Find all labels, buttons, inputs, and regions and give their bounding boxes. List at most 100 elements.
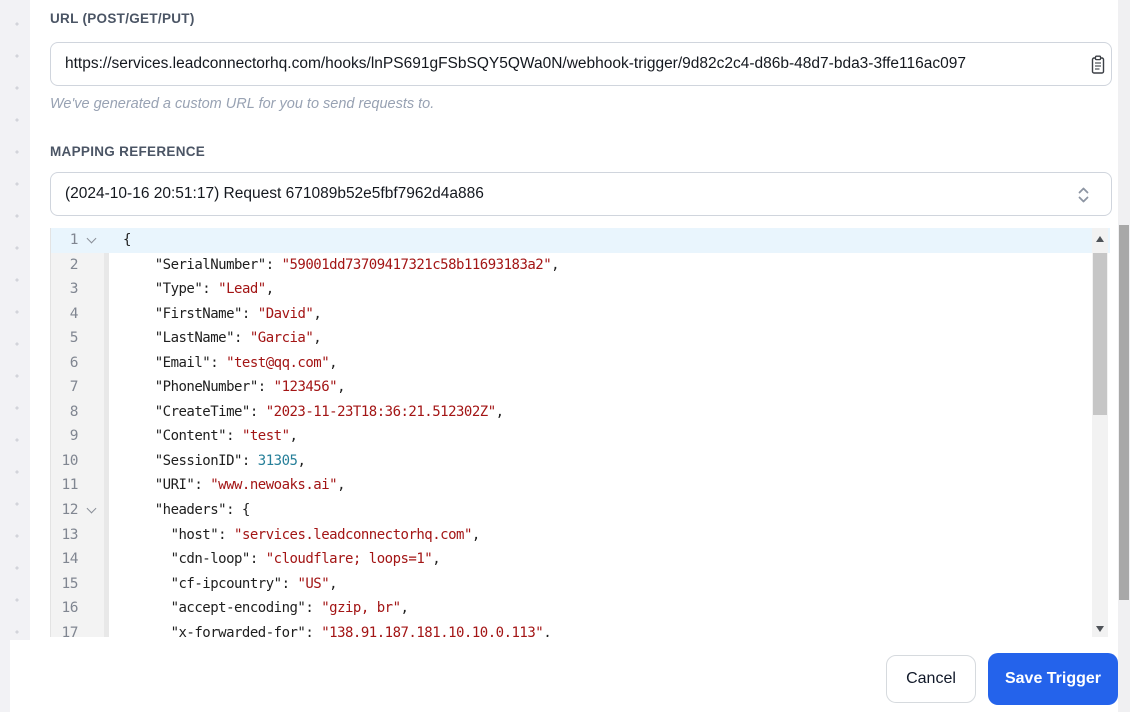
code-line-text: "host": "services.leadconnectorhq.com", — [109, 523, 481, 548]
code-fold-chevron-icon[interactable] — [78, 228, 104, 253]
code-line[interactable]: 12 "headers": { — [51, 498, 1110, 523]
editor-gutter: 2 — [51, 252, 104, 278]
code-line-text: "headers": { — [109, 498, 251, 523]
save-trigger-button[interactable]: Save Trigger — [988, 653, 1118, 705]
code-line[interactable]: 10 "SessionID": 31305, — [51, 448, 1110, 474]
editor-gutter: 11 — [51, 473, 104, 499]
json-plain-token: "accept-encoding": — [123, 600, 322, 617]
line-number: 8 — [69, 403, 79, 420]
code-line[interactable]: 7 "PhoneNumber": "123456", — [51, 375, 1110, 400]
editor-gutter: 4 — [51, 301, 104, 327]
scroll-down-icon[interactable] — [1096, 626, 1104, 632]
line-number: 4 — [69, 305, 79, 322]
dialog-body: URL (POST/GET/PUT) https://services.lead… — [30, 0, 1118, 712]
code-line-text: "Content": "test", — [109, 424, 298, 449]
editor-gutter: 14 — [51, 547, 104, 572]
code-line[interactable]: 16 "accept-encoding": "gzip, br", — [51, 596, 1110, 621]
code-line[interactable]: 6 "Email": "test@qq.com", — [51, 350, 1110, 376]
json-plain-token: "FirstName": — [123, 305, 258, 322]
url-helper-text: We've generated a custom URL for you to … — [50, 96, 435, 112]
json-string-token: "services.leadconnectorhq.com" — [234, 526, 472, 543]
json-plain-token: , — [551, 256, 560, 273]
editor-gutter: 1 — [51, 228, 104, 253]
mapping-reference-selected-value: (2024-10-16 20:51:17) Request 671089b52e… — [65, 185, 484, 202]
json-plain-token: , — [543, 624, 552, 637]
code-line-text: "CreateTime": "2023-11-23T18:36:21.51230… — [109, 400, 504, 425]
editor-gutter: 15 — [51, 571, 104, 597]
webhook-url-input[interactable]: https://services.leadconnectorhq.com/hoo… — [50, 42, 1112, 86]
json-number-token: 31305 — [257, 452, 298, 469]
json-plain-token: "Type": — [123, 281, 219, 298]
line-number: 12 — [61, 502, 79, 519]
json-string-token: "www.newoaks.ai" — [210, 477, 338, 494]
dotted-background-strip — [0, 0, 30, 712]
line-number: 17 — [61, 624, 79, 637]
json-plain-token: , — [471, 526, 480, 543]
line-number: 1 — [69, 232, 79, 248]
line-number: 9 — [69, 428, 79, 445]
json-plain-token: , — [495, 403, 504, 420]
code-line[interactable]: 15 "cf-ipcountry": "US", — [51, 571, 1110, 597]
cancel-button[interactable]: Cancel — [886, 655, 976, 703]
json-plain-token: "SessionID": — [123, 452, 258, 469]
scroll-up-icon[interactable] — [1096, 236, 1104, 242]
page-scrollbar[interactable] — [1118, 0, 1130, 712]
code-line[interactable]: 1{ — [51, 228, 1110, 253]
editor-scrollbar-thumb[interactable] — [1093, 253, 1107, 415]
page-scrollbar-thumb[interactable] — [1119, 225, 1129, 600]
code-line[interactable]: 11 "URI": "www.newoaks.ai", — [51, 473, 1110, 499]
json-plain-token: "SerialNumber": — [123, 256, 282, 273]
code-line[interactable]: 5 "LastName": "Garcia", — [51, 326, 1110, 351]
line-number: 14 — [61, 551, 79, 568]
json-payload-code-editor[interactable]: 1{2 "SerialNumber": "59001dd73709417321c… — [50, 228, 1110, 637]
code-fold-chevron-icon[interactable] — [78, 498, 104, 523]
code-line[interactable]: 3 "Type": "Lead", — [51, 277, 1110, 302]
code-line-text: "URI": "www.newoaks.ai", — [109, 473, 346, 498]
json-string-token: "Lead" — [218, 281, 266, 298]
json-string-token: "123456" — [273, 379, 338, 396]
editor-gutter: 12 — [51, 498, 104, 523]
mapping-reference-label: MAPPING REFERENCE — [50, 144, 206, 159]
code-line[interactable]: 4 "FirstName": "David", — [51, 301, 1110, 327]
code-line-text: "PhoneNumber": "123456", — [109, 375, 346, 400]
json-string-token: "US" — [297, 575, 330, 592]
code-line[interactable]: 14 "cdn-loop": "cloudflare; loops=1", — [51, 547, 1110, 572]
mapping-reference-select[interactable]: (2024-10-16 20:51:17) Request 671089b52e… — [50, 172, 1112, 216]
line-number: 11 — [61, 477, 79, 494]
code-line[interactable]: 8 "CreateTime": "2023-11-23T18:36:21.512… — [51, 399, 1110, 425]
code-line-text: "x-forwarded-for": "138.91.187.181,10.10… — [109, 621, 552, 637]
copy-clipboard-icon[interactable] — [1088, 55, 1108, 75]
editor-gutter: 13 — [51, 522, 104, 548]
code-line[interactable]: 17 "x-forwarded-for": "138.91.187.181,10… — [51, 620, 1110, 637]
json-string-token: "test@qq.com" — [226, 354, 330, 371]
json-plain-token: "headers": { — [123, 502, 251, 519]
code-line[interactable]: 2 "SerialNumber": "59001dd73709417321c58… — [51, 252, 1110, 278]
json-plain-token: "URI": — [123, 477, 211, 494]
code-line[interactable]: 9 "Content": "test", — [51, 424, 1110, 449]
json-plain-token: { — [123, 232, 131, 248]
json-string-token: "test" — [241, 428, 290, 445]
clipboard-icon — [1091, 55, 1105, 74]
code-line[interactable]: 13 "host": "services.leadconnectorhq.com… — [51, 522, 1110, 548]
json-plain-token: "host": — [123, 526, 235, 543]
json-plain-token: , — [329, 354, 338, 371]
line-number: 16 — [61, 600, 79, 617]
editor-gutter: 6 — [51, 350, 104, 376]
editor-scrollbar[interactable] — [1092, 228, 1108, 637]
json-plain-token: , — [400, 600, 409, 617]
webhook-url-value: https://services.leadconnectorhq.com/hoo… — [65, 55, 966, 72]
json-plain-token: , — [337, 379, 346, 396]
json-string-token: "Garcia" — [249, 330, 314, 347]
editor-gutter: 16 — [51, 596, 104, 621]
